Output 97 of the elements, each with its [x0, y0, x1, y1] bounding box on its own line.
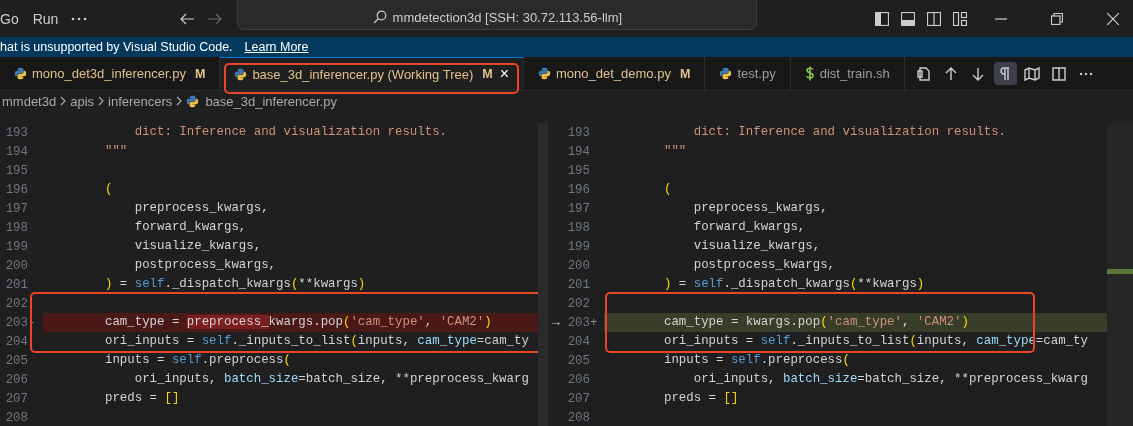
line-number: 193 [567, 125, 590, 140]
arrow-up-icon [945, 66, 957, 81]
code-line: ori_inputs, batch_size=batch_size, **preprocess_kwarg [133, 371, 530, 388]
line-number: 202 [567, 296, 590, 311]
code-line: preprocess_kwargs, [692, 200, 829, 217]
line-number: 195 [5, 163, 28, 178]
line-number: 204 [567, 334, 590, 349]
line-number: 200 [567, 258, 590, 273]
line-number: 198 [567, 220, 590, 235]
line-number: 194 [567, 144, 590, 159]
split-layout-icon[interactable] [927, 11, 941, 26]
breadcrumb-item[interactable]: inferencers [108, 93, 173, 109]
line-number: 198 [5, 220, 28, 235]
menu-item[interactable]: Run [25, 10, 66, 27]
line-number: 203 [5, 315, 28, 330]
code-line: preds = [] [663, 390, 740, 407]
line-number: 195 [567, 163, 590, 178]
minimize-icon[interactable] [995, 17, 1007, 20]
restore-icon[interactable] [1051, 12, 1063, 25]
line-number: 206 [5, 372, 28, 387]
search-icon [372, 10, 387, 24]
python-icon [719, 67, 733, 80]
code-line: postprocess_kwargs, [133, 257, 278, 274]
code-line: visualize_kwargs, [133, 238, 263, 255]
pilcrow-icon [1000, 66, 1010, 81]
line-number: 201 [567, 277, 590, 292]
toolbar-button[interactable] [993, 62, 1017, 85]
python-icon [14, 67, 27, 80]
line-number: 208 [5, 410, 28, 425]
diff-marker: + [590, 315, 598, 330]
line-number: 206 [567, 372, 590, 387]
code-line: ori_inputs, batch_size=batch_size, **preprocess_kwarg [692, 371, 1089, 388]
code-line: ori_inputs = self._inputs_to_list(inputs, cam_type=cam_ty [104, 333, 530, 350]
code-line: """ [663, 143, 688, 160]
back-arrow-icon[interactable] [179, 12, 196, 25]
line-number: 196 [567, 182, 590, 197]
code-line: dict: Inference and visualization results. [692, 124, 1008, 141]
chevron-icon [59, 96, 68, 106]
line-number: 207 [5, 391, 28, 406]
close-icon[interactable] [1107, 12, 1119, 25]
code-line: """ [104, 143, 129, 160]
chevron-icon [175, 96, 184, 106]
line-number: 204 [5, 334, 28, 349]
python-icon [234, 67, 248, 81]
notification-message: hat is unsupported by Visual Studio Code. [0, 40, 233, 54]
map-icon [1024, 66, 1040, 81]
line-number: 199 [5, 239, 28, 254]
diff-marker: - [28, 315, 36, 330]
close-tab-button[interactable]: × [499, 65, 510, 83]
more-icon[interactable] [71, 15, 88, 22]
code-line: forward_kwargs, [133, 219, 248, 236]
line-number: 200 [5, 258, 28, 273]
line-number: 199 [567, 239, 590, 254]
code-line: forward_kwargs, [692, 219, 807, 236]
line-number: 197 [567, 201, 590, 216]
line-number: 203 [567, 315, 590, 330]
dollar-icon [804, 66, 815, 81]
line-number: 193 [5, 125, 28, 140]
command-center-search[interactable]: mmdetection3d [SSH: 30.72.113.56-llm] [237, 0, 758, 30]
code-line: preds = [] [104, 390, 181, 407]
grid-layout-icon[interactable] [953, 11, 967, 26]
panel-layout-icon[interactable] [901, 11, 915, 26]
menu-item[interactable]: Go [0, 10, 26, 27]
breadcrumb-item[interactable]: apis [70, 93, 95, 109]
line-number: 207 [567, 391, 590, 406]
scrollbar[interactable] [538, 123, 546, 426]
line-number: 197 [5, 201, 28, 216]
code-line: ( [663, 181, 673, 198]
line-number: 205 [567, 353, 590, 368]
code-line: postprocess_kwargs, [692, 257, 837, 274]
line-number: 205 [5, 353, 28, 368]
code-line: ) = self._dispatch_kwargs(**kwargs) [104, 276, 367, 293]
forward-arrow-icon[interactable] [207, 12, 224, 25]
code-line: visualize_kwargs, [692, 238, 822, 255]
sidebar-layout-icon[interactable] [875, 11, 889, 26]
line-number: 201 [5, 277, 28, 292]
line-number: 194 [5, 144, 28, 159]
line-number: 196 [5, 182, 28, 197]
code-line: ) = self._dispatch_kwargs(**kwargs) [663, 276, 926, 293]
learn-more-link[interactable]: Learn More [244, 40, 309, 54]
breadcrumb-item[interactable]: mmdet3d [2, 93, 57, 109]
code-line: inputs = self.preprocess( [104, 352, 292, 369]
line-number: 202 [5, 296, 28, 311]
chevron-icon [97, 96, 106, 106]
breadcrumb-item[interactable]: base_3d_inferencer.py [205, 93, 337, 109]
python-icon [186, 94, 200, 108]
file-icon [917, 66, 930, 81]
code-line: dict: Inference and visualization results. [133, 124, 449, 141]
more-icon [1080, 72, 1093, 75]
split-editor-icon [1052, 66, 1066, 81]
code-line: preprocess_kwargs, [133, 200, 270, 217]
arrow-down-icon [972, 66, 984, 81]
line-number: 208 [567, 410, 590, 425]
python-icon [538, 67, 552, 80]
code-line: inputs = self.preprocess( [663, 352, 851, 369]
revert-arrow[interactable]: → [552, 315, 560, 330]
code-line: ( [104, 181, 114, 198]
